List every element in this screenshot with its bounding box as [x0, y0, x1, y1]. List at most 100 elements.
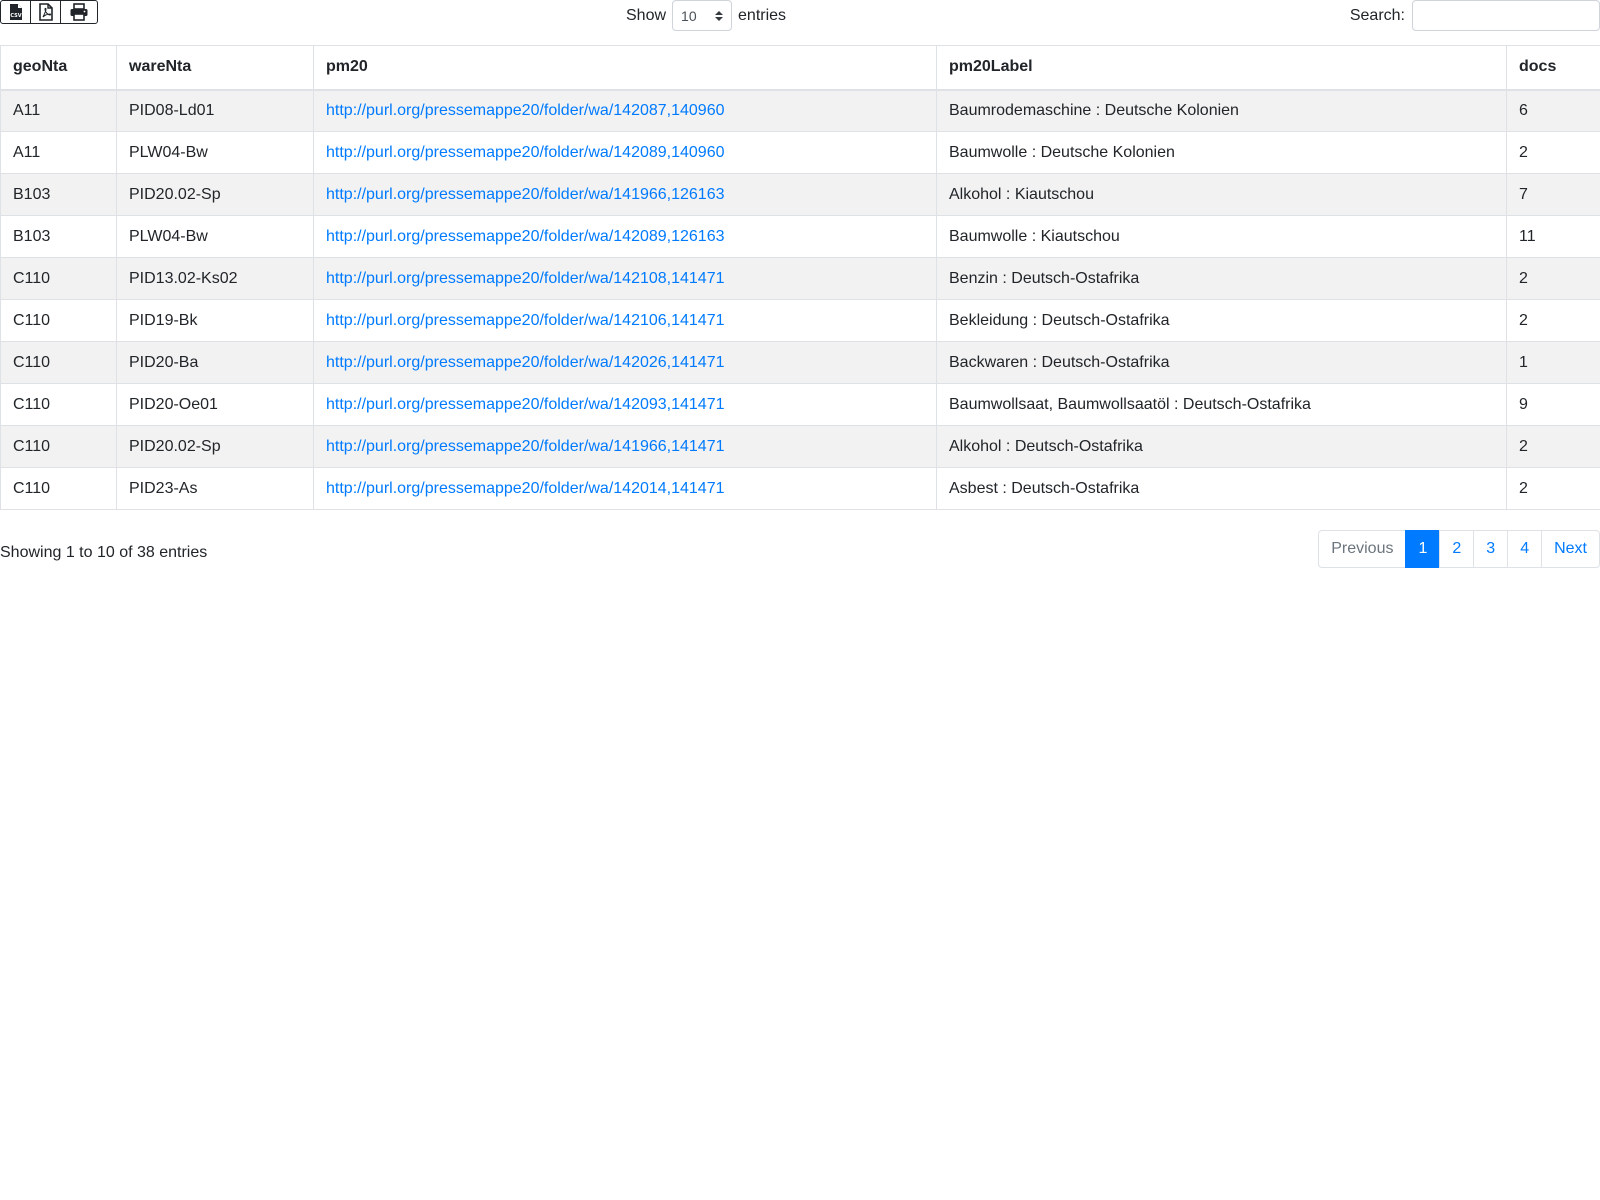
pm20-link[interactable]: http://purl.org/pressemappe20/folder/wa/…: [326, 102, 725, 119]
csv-file-icon: CSV: [9, 4, 22, 20]
cell-geonta: B103: [0, 173, 117, 216]
cell-warenta: PID08-Ld01: [116, 89, 314, 132]
cell-pm20label: Alkohol : Deutsch-Ostafrika: [936, 425, 1507, 468]
cell-pm20label: Baumrodemaschine : Deutsche Kolonien: [936, 89, 1507, 132]
cell-pm20: http://purl.org/pressemappe20/folder/wa/…: [313, 215, 937, 258]
cell-docs: 6: [1506, 89, 1600, 132]
results-table: geoNta wareNta pm20 pm20Label docs A11 PI…: [0, 45, 1600, 510]
column-header-warenta[interactable]: wareNta: [116, 45, 314, 91]
table-header-row: geoNta wareNta pm20 pm20Label docs: [0, 45, 1600, 91]
cell-warenta: PID23-As: [116, 467, 314, 510]
cell-warenta: PID19-Bk: [116, 299, 314, 342]
cell-pm20label: Alkohol : Kiautschou: [936, 173, 1507, 216]
export-button-group: CSV: [0, 0, 98, 24]
pagination: Previous 1 2 3 4 Next: [1318, 530, 1600, 568]
table-row: B103 PID20.02-Sp http://purl.org/pressemap…: [0, 173, 1600, 216]
cell-pm20: http://purl.org/pressemappe20/folder/wa/…: [313, 341, 937, 384]
pm20-link[interactable]: http://purl.org/pressemappe20/folder/wa/…: [326, 144, 725, 161]
pagination-next-button[interactable]: Next: [1541, 530, 1600, 568]
cell-docs: 2: [1506, 131, 1600, 174]
table-row: C110 PID20-Ba http://purl.org/pressemappe2…: [0, 341, 1600, 384]
column-header-geonta[interactable]: geoNta: [0, 45, 117, 91]
search-control: Search:: [1350, 0, 1600, 31]
pm20-link[interactable]: http://purl.org/pressemappe20/folder/wa/…: [326, 396, 725, 413]
pdf-file-icon: [38, 3, 53, 21]
cell-pm20: http://purl.org/pressemappe20/folder/wa/…: [313, 383, 937, 426]
pagination-page-2[interactable]: 2: [1439, 530, 1475, 568]
table-row: B103 PLW04-Bw http://purl.org/pressemappe2…: [0, 215, 1600, 258]
cell-pm20label: Baumwollsaat, Baumwollsaatöl : Deutsch-O…: [936, 383, 1507, 426]
pagination-previous-button[interactable]: Previous: [1318, 530, 1407, 568]
cell-geonta: C110: [0, 257, 117, 300]
cell-docs: 2: [1506, 299, 1600, 342]
csv-export-button[interactable]: CSV: [1, 1, 31, 23]
search-label: Search:: [1349, 6, 1405, 24]
length-suffix-label: entries: [738, 6, 787, 24]
table-row: C110 PID23-As http://purl.org/pressemappe2…: [0, 467, 1600, 510]
cell-warenta: PLW04-Bw: [116, 215, 314, 258]
table-body: A11 PID08-Ld01 http://purl.org/pressemappe…: [0, 89, 1600, 510]
cell-pm20: http://purl.org/pressemappe20/folder/wa/…: [313, 425, 937, 468]
column-header-pm20label[interactable]: pm20Label: [936, 45, 1507, 91]
cell-pm20label: Asbest : Deutsch-Ostafrika: [936, 467, 1507, 510]
cell-docs: 11: [1506, 215, 1600, 258]
table-info: Showing 1 to 10 of 38 entries: [0, 544, 208, 561]
cell-pm20: http://purl.org/pressemappe20/folder/wa/…: [313, 131, 937, 174]
cell-docs: 2: [1506, 257, 1600, 300]
pagination-page-1[interactable]: 1: [1405, 530, 1441, 568]
cell-docs: 7: [1506, 173, 1600, 216]
search-input[interactable]: [1412, 0, 1600, 31]
pagination-page-4[interactable]: 4: [1507, 530, 1543, 568]
pm20-link[interactable]: http://purl.org/pressemappe20/folder/wa/…: [326, 186, 725, 203]
column-header-docs[interactable]: docs: [1506, 45, 1600, 91]
page-length-select[interactable]: 10: [672, 0, 733, 31]
cell-geonta: C110: [0, 425, 117, 468]
pdf-export-button[interactable]: [31, 1, 61, 23]
table-row: A11 PLW04-Bw http://purl.org/pressemappe20…: [0, 131, 1600, 174]
select-arrows-icon: [715, 10, 724, 21]
pm20-link[interactable]: http://purl.org/pressemappe20/folder/wa/…: [326, 270, 725, 287]
cell-pm20label: Backwaren : Deutsch-Ostafrika: [936, 341, 1507, 384]
cell-geonta: A11: [0, 131, 117, 174]
pm20-link[interactable]: http://purl.org/pressemappe20/folder/wa/…: [326, 438, 725, 455]
cell-geonta: C110: [0, 383, 117, 426]
cell-warenta: PID20.02-Sp: [116, 173, 314, 216]
cell-geonta: C110: [0, 467, 117, 510]
table-row: A11 PID08-Ld01 http://purl.org/pressemappe…: [0, 89, 1600, 132]
table-row: C110 PID20.02-Sp http://purl.org/pressemap…: [0, 425, 1600, 468]
printer-icon: [70, 3, 88, 21]
cell-warenta: PID20-Oe01: [116, 383, 314, 426]
cell-pm20: http://purl.org/pressemappe20/folder/wa/…: [313, 467, 937, 510]
cell-pm20label: Baumwolle : Kiautschou: [936, 215, 1507, 258]
table-row: C110 PID13.02-Ks02 http://purl.org/pressem…: [0, 257, 1600, 300]
cell-docs: 2: [1506, 467, 1600, 510]
cell-pm20: http://purl.org/pressemappe20/folder/wa/…: [313, 257, 937, 300]
cell-pm20label: Benzin : Deutsch-Ostafrika: [936, 257, 1507, 300]
cell-geonta: A11: [0, 89, 117, 132]
cell-pm20: http://purl.org/pressemappe20/folder/wa/…: [313, 89, 937, 132]
cell-pm20label: Bekleidung : Deutsch-Ostafrika: [936, 299, 1507, 342]
cell-warenta: PID20-Ba: [116, 341, 314, 384]
length-prefix-label: Show: [626, 6, 667, 24]
cell-geonta: C110: [0, 341, 117, 384]
pm20-link[interactable]: http://purl.org/pressemappe20/folder/wa/…: [326, 354, 725, 371]
cell-pm20: http://purl.org/pressemappe20/folder/wa/…: [313, 173, 937, 216]
table-row: C110 PID19-Bk http://purl.org/pressemappe2…: [0, 299, 1600, 342]
print-button[interactable]: [61, 1, 97, 23]
cell-pm20: http://purl.org/pressemappe20/folder/wa/…: [313, 299, 937, 342]
cell-docs: 1: [1506, 341, 1600, 384]
cell-warenta: PID20.02-Sp: [116, 425, 314, 468]
pm20-link[interactable]: http://purl.org/pressemappe20/folder/wa/…: [326, 228, 725, 245]
pm20-link[interactable]: http://purl.org/pressemappe20/folder/wa/…: [326, 312, 725, 329]
cell-docs: 9: [1506, 383, 1600, 426]
pagination-page-3[interactable]: 3: [1473, 530, 1509, 568]
cell-docs: 2: [1506, 425, 1600, 468]
pm20-link[interactable]: http://purl.org/pressemappe20/folder/wa/…: [326, 480, 725, 497]
cell-geonta: B103: [0, 215, 117, 258]
page-length-control: Show 10 entries: [626, 0, 786, 31]
table-row: C110 PID20-Oe01 http://purl.org/pressemapp…: [0, 383, 1600, 426]
column-header-pm20[interactable]: pm20: [313, 45, 937, 91]
page-length-value: 10: [681, 7, 697, 24]
cell-pm20label: Baumwolle : Deutsche Kolonien: [936, 131, 1507, 174]
cell-geonta: C110: [0, 299, 117, 342]
